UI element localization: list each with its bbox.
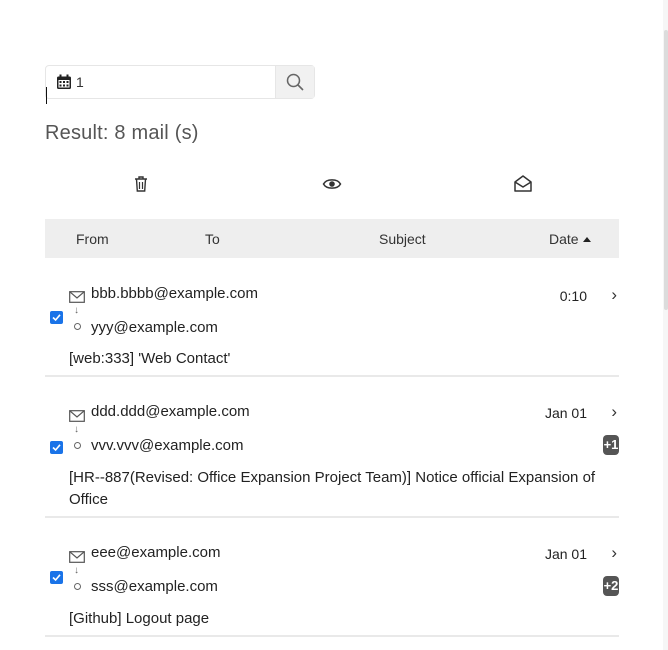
date-search-box[interactable]: 1	[45, 65, 315, 99]
column-from[interactable]: From	[76, 231, 109, 247]
mail-to: sss@example.com	[91, 578, 218, 595]
arrow-down-icon: ↓	[74, 565, 79, 576]
mail-subject: [HR--887(Revised: Office Expansion Proje…	[69, 469, 596, 508]
recipient-dot-icon	[74, 442, 81, 449]
result-count: Result: 8 mail (s)	[45, 122, 199, 144]
calendar-icon[interactable]	[56, 74, 72, 90]
mail-date: Jan 01	[544, 546, 587, 562]
mail-date: Jan 01	[544, 405, 587, 421]
check-icon	[52, 314, 61, 322]
scrollbar[interactable]	[663, 0, 668, 650]
mail-checkbox[interactable]	[50, 311, 63, 324]
text-cursor	[46, 87, 47, 104]
mail-checkbox[interactable]	[50, 441, 63, 454]
trash-icon	[135, 176, 147, 192]
mark-read-button[interactable]	[513, 174, 533, 194]
column-to[interactable]: To	[205, 231, 220, 247]
chevron-right-icon[interactable]: ›	[611, 285, 617, 305]
delete-button[interactable]	[131, 174, 151, 194]
chevron-right-icon[interactable]: ›	[611, 402, 617, 422]
scrollbar-thumb[interactable]	[664, 30, 668, 310]
envelope-icon	[69, 551, 85, 563]
check-icon	[52, 444, 61, 452]
arrow-down-icon: ↓	[74, 424, 79, 435]
search-input[interactable]: 1	[76, 74, 84, 90]
column-subject[interactable]: Subject	[379, 231, 426, 247]
table-header: From To Subject Date	[45, 219, 619, 258]
column-date[interactable]: Date	[549, 231, 591, 247]
thread-count-badge: +1	[603, 435, 619, 455]
mail-to: vvv.vvv@example.com	[91, 437, 244, 454]
envelope-icon	[69, 291, 85, 303]
mail-row[interactable]: eee@example.com ↓ sss@example.com [Githu…	[45, 536, 619, 637]
mail-from: ddd.ddd@example.com	[91, 403, 250, 420]
envelope-icon	[69, 410, 85, 422]
search-icon	[286, 73, 304, 91]
mail-from: bbb.bbbb@example.com	[91, 285, 258, 302]
thread-count-badge: +2	[603, 576, 619, 596]
check-icon	[52, 574, 61, 582]
open-envelope-icon	[514, 175, 532, 192]
mail-date: 0:10	[559, 288, 587, 304]
mail-from: eee@example.com	[91, 544, 221, 561]
mail-subject: [web:333] 'Web Contact'	[69, 350, 231, 367]
mail-row[interactable]: bbb.bbbb@example.com ↓ yyy@example.com […	[45, 276, 619, 377]
arrow-down-icon: ↓	[74, 305, 79, 316]
recipient-dot-icon	[74, 583, 81, 590]
eye-icon	[322, 179, 342, 189]
sort-ascending-icon	[582, 237, 591, 242]
view-button[interactable]	[322, 174, 342, 194]
mail-to: yyy@example.com	[91, 319, 218, 336]
mail-row[interactable]: ddd.ddd@example.com ↓ vvv.vvv@example.co…	[45, 395, 619, 518]
chevron-right-icon[interactable]: ›	[611, 543, 617, 563]
mail-subject: [Github] Logout page	[69, 610, 210, 627]
recipient-dot-icon	[74, 323, 81, 330]
column-date-label: Date	[549, 231, 579, 247]
search-button[interactable]	[275, 66, 314, 98]
mail-checkbox[interactable]	[50, 571, 63, 584]
